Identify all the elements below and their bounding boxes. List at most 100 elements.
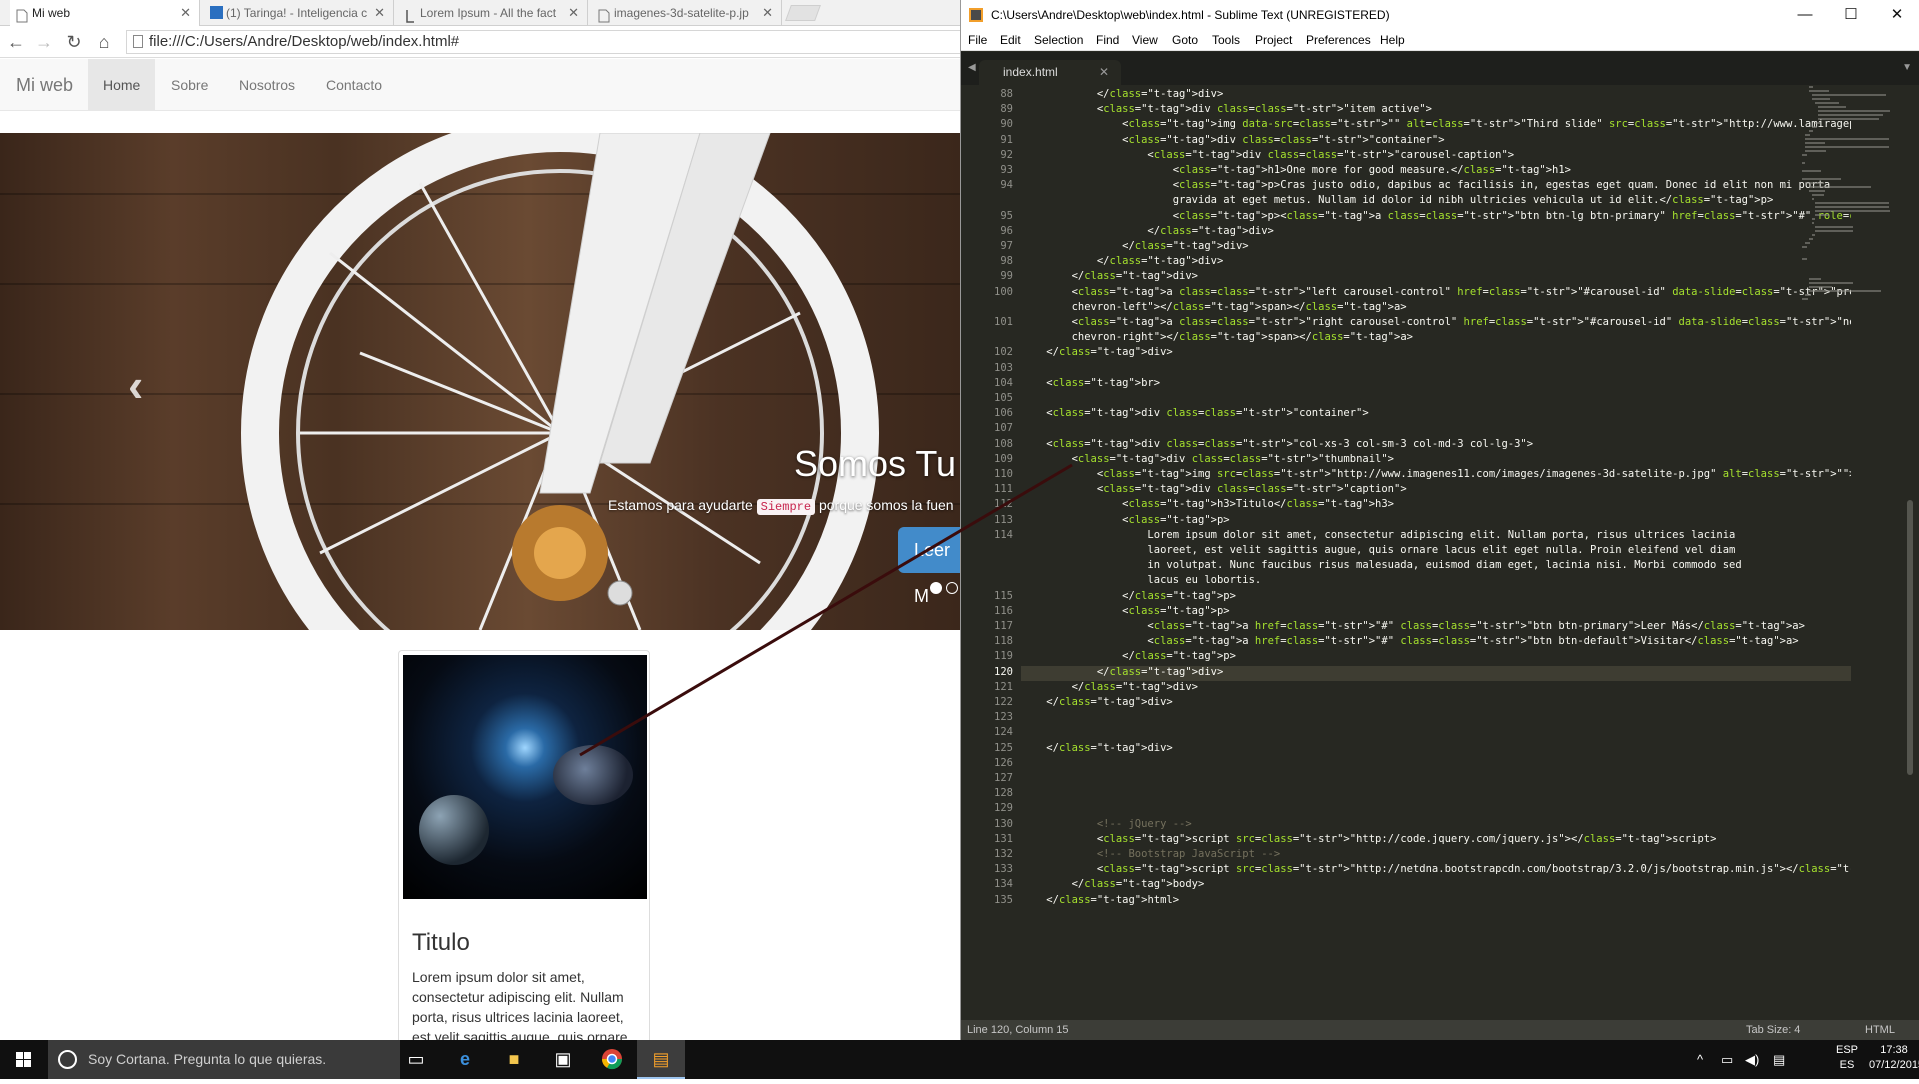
file-explorer-icon[interactable]: ■ xyxy=(490,1040,538,1079)
volume-icon[interactable]: ◀) xyxy=(1745,1040,1759,1079)
code-line: </class="t-tag">div> xyxy=(1021,240,1249,252)
menu-find[interactable]: Find xyxy=(1096,30,1119,51)
nav-nosotros[interactable]: Nosotros xyxy=(224,59,310,111)
line-number: 119 xyxy=(994,650,1013,663)
syntax-mode[interactable]: HTML xyxy=(1865,1020,1895,1040)
menu-edit[interactable]: Edit xyxy=(1000,30,1021,51)
minimap-line xyxy=(1805,134,1811,136)
code-line: chevron-left"></class="t-tag">span></cla… xyxy=(1021,300,1407,313)
line-number: 112 xyxy=(994,498,1013,511)
minimap-line xyxy=(1808,290,1881,292)
line-number: 113 xyxy=(994,513,1013,526)
menu-goto[interactable]: Goto xyxy=(1172,30,1198,51)
minimap-line xyxy=(1805,138,1889,140)
code-line: <class="t-tag">div class=class="t-str">"… xyxy=(1021,407,1369,420)
editor-tab-index[interactable]: index.html ✕ xyxy=(979,60,1121,85)
line-number: 88 xyxy=(1000,88,1013,100)
store-icon[interactable]: ▣ xyxy=(539,1040,587,1079)
code-editor[interactable]: </class="t-tag">div> <class="t-tag">div … xyxy=(1021,85,1851,1020)
browser-tab-lorem[interactable]: Lorem Ipsum - All the fact ✕ xyxy=(398,0,588,26)
tab-list-icon[interactable]: ▼ xyxy=(1902,62,1912,73)
line-number: 89 xyxy=(1000,103,1013,116)
carousel-read-more-button[interactable]: Leer M xyxy=(898,527,960,606)
minimap-line xyxy=(1802,154,1807,156)
satellite-image xyxy=(403,655,647,899)
thumbnail-card: Titulo Lorem ipsum dolor sit amet, conse… xyxy=(398,650,650,1040)
menu-selection[interactable]: Selection xyxy=(1034,30,1083,51)
code-line: <!-- Bootstrap JavaScript --> xyxy=(1021,848,1281,860)
line-number: 127 xyxy=(994,772,1013,784)
tab-left-arrow-icon[interactable]: ◀ xyxy=(968,62,976,73)
code-line: </class="t-tag">div> xyxy=(1021,696,1173,708)
cursor-position: Line 120, Column 15 xyxy=(967,1024,1069,1036)
nav-contacto[interactable]: Contacto xyxy=(311,59,397,111)
menu-preferences[interactable]: Preferences xyxy=(1306,30,1371,51)
code-line: </class="t-tag">div> xyxy=(1021,346,1173,359)
nav-home[interactable]: Home xyxy=(88,59,156,111)
sublime-taskbar-icon[interactable]: ▤ xyxy=(637,1040,685,1079)
clock[interactable]: 17:38 07/12/2015 xyxy=(1869,1043,1919,1073)
line-number: 104 xyxy=(994,376,1013,389)
menu-tools[interactable]: Tools xyxy=(1212,30,1240,51)
line-number: 111 xyxy=(994,483,1013,496)
line-number: 114 xyxy=(994,528,1013,541)
line-number: 124 xyxy=(994,726,1013,739)
code-line: </class="t-tag">div> xyxy=(1021,224,1274,237)
editor-scrollbar[interactable] xyxy=(1907,500,1913,775)
windows-start-icon[interactable] xyxy=(0,1040,47,1079)
browser-tab-taringa[interactable]: (1) Taringa! - Inteligencia c ✕ xyxy=(204,0,394,26)
clock-time: 17:38 xyxy=(1880,1044,1908,1056)
code-line: lacus eu lobortis. xyxy=(1021,574,1262,587)
carousel-indicator-2[interactable] xyxy=(946,582,958,594)
minimize-icon[interactable]: — xyxy=(1782,0,1828,30)
line-number: 103 xyxy=(994,361,1013,374)
line-number: 108 xyxy=(994,437,1013,450)
reload-icon[interactable]: ↻ xyxy=(64,32,84,52)
line-number: 106 xyxy=(994,407,1013,420)
browser-tab-imagenes[interactable]: imagenes-3d-satelite-p.jp ✕ xyxy=(592,0,782,26)
close-icon[interactable]: ✕ xyxy=(762,0,773,26)
carousel-indicator-1[interactable] xyxy=(930,582,942,594)
code-line: </class="t-tag">html> xyxy=(1021,893,1180,906)
maximize-icon[interactable]: ☐ xyxy=(1828,0,1874,30)
network-icon[interactable]: ▭ xyxy=(1721,1040,1733,1079)
minimap-line xyxy=(1811,222,1815,224)
minimap-line xyxy=(1815,226,1854,228)
action-center-icon[interactable]: ▤ xyxy=(1773,1040,1785,1079)
close-icon[interactable]: ✕ xyxy=(1099,60,1109,85)
minimap-line xyxy=(1811,218,1815,220)
menu-view[interactable]: View xyxy=(1132,30,1158,51)
minimap-line xyxy=(1808,278,1821,280)
edge-icon[interactable]: e xyxy=(441,1040,489,1079)
carousel-prev-chevron-icon[interactable]: ‹ xyxy=(128,358,143,412)
minimap-line xyxy=(1808,238,1814,240)
close-icon[interactable]: ✕ xyxy=(180,0,191,26)
task-view-icon[interactable]: ▭ xyxy=(392,1040,440,1079)
menu-file[interactable]: File xyxy=(968,30,987,51)
menu-help[interactable]: Help xyxy=(1380,30,1405,51)
close-icon[interactable]: ✕ xyxy=(374,0,385,26)
chrome-icon[interactable] xyxy=(588,1040,636,1079)
nav-sobre[interactable]: Sobre xyxy=(156,59,223,111)
tab-size[interactable]: Tab Size: 4 xyxy=(1746,1020,1800,1040)
minimap-line xyxy=(1815,206,1890,208)
system-tray: ^ ▭ ◀) ▤ ESP ES 17:38 07/12/2015 xyxy=(1689,1040,1919,1079)
language-indicator[interactable]: ESP ES xyxy=(1836,1043,1858,1073)
code-line: </class="t-tag">div> xyxy=(1021,741,1173,754)
home-icon[interactable]: ⌂ xyxy=(94,32,114,52)
close-icon[interactable]: ✕ xyxy=(568,0,579,26)
cortana-search-box[interactable]: Soy Cortana. Pregunta lo que quieras. xyxy=(48,1040,400,1079)
site-brand[interactable]: Mi web xyxy=(16,59,73,111)
url-input[interactable]: file:///C:/Users/Andre/Desktop/web/index… xyxy=(126,30,960,54)
back-arrow-icon[interactable]: ← xyxy=(6,32,26,52)
chevron-up-icon[interactable]: ^ xyxy=(1697,1040,1703,1079)
new-tab-button[interactable] xyxy=(785,5,821,21)
line-number: 135 xyxy=(994,893,1013,906)
clock-date: 07/12/2015 xyxy=(1869,1059,1919,1071)
code-line: <class="t-tag">a href=class="t-str">"#" … xyxy=(1021,620,1805,632)
menu-project[interactable]: Project xyxy=(1255,30,1292,51)
browser-tab-mi-web[interactable]: Mi web ✕ xyxy=(10,0,200,27)
close-icon[interactable]: ✕ xyxy=(1874,0,1919,30)
forward-arrow-icon[interactable]: → xyxy=(34,32,54,52)
minimap[interactable] xyxy=(1799,86,1899,386)
